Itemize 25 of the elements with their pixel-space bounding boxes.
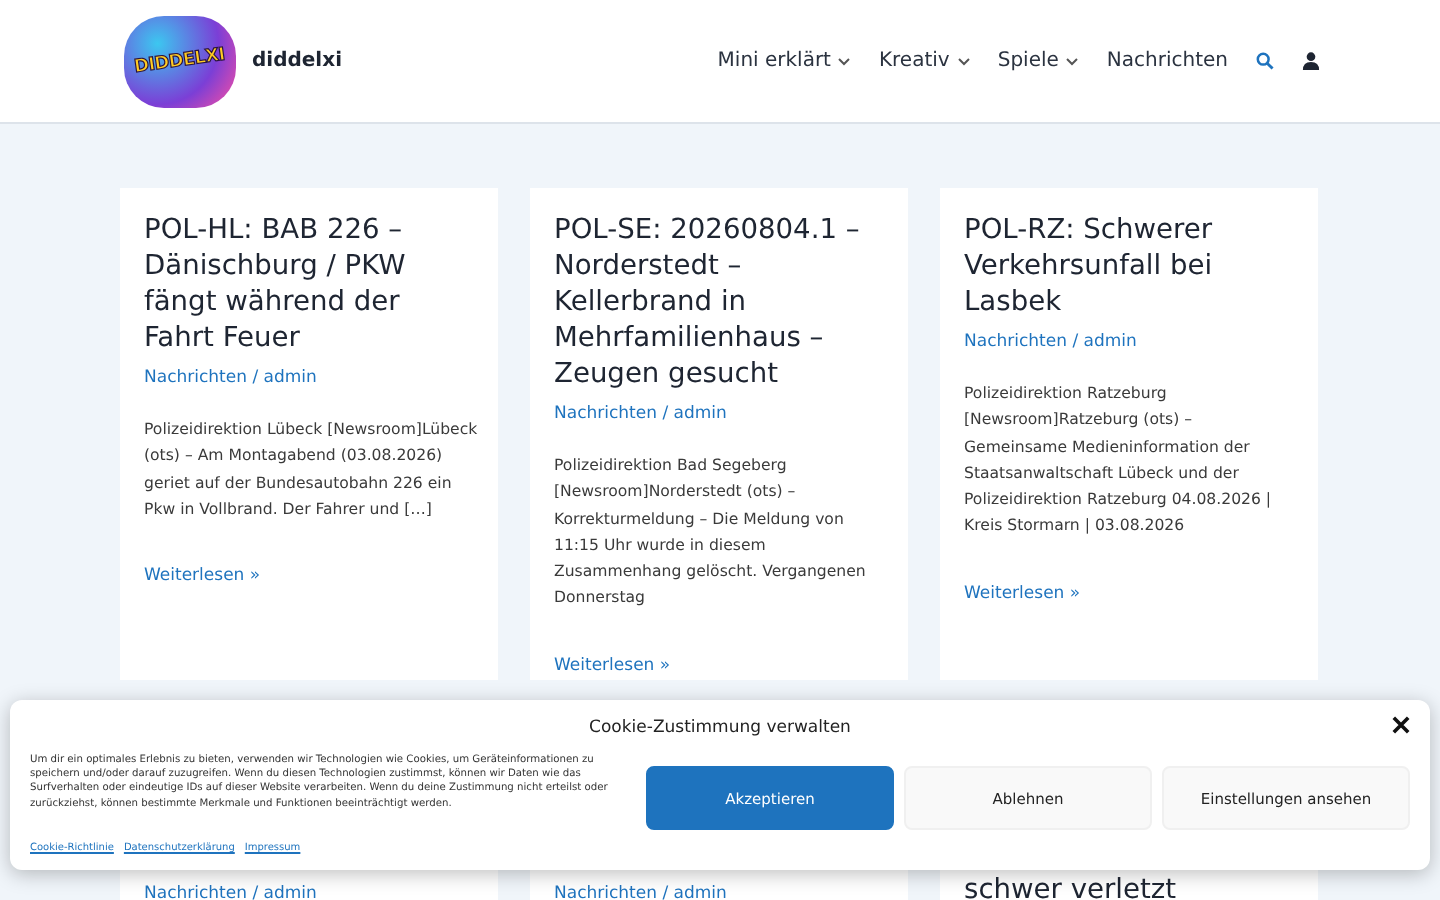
chevron-down-icon	[957, 57, 970, 65]
post-title[interactable]: POL-SE: 20260804.1 – Norderstedt – Kellerbrand in Mehrfamilienhaus – Zeugen gesucht	[554, 212, 888, 392]
post-meta[interactable]: Nachrichten / admin	[554, 404, 888, 424]
post-title[interactable]: POL-RZ: Schwerer Verkehrsunfall bei Lasbek	[964, 212, 1298, 320]
banner-title: Cookie-Zustimmung verwalten	[589, 718, 851, 738]
chevron-down-icon	[838, 57, 851, 65]
close-icon	[1392, 716, 1410, 734]
post-meta[interactable]: Nachrichten / admin	[964, 332, 1298, 352]
read-more-link[interactable]: Weiterlesen »	[964, 583, 1081, 604]
read-more-link[interactable]: Weiterlesen »	[554, 655, 671, 676]
nav-item[interactable]: Kreativ	[878, 50, 970, 72]
post-title[interactable]: schwer verletzt	[964, 876, 1177, 900]
post-title[interactable]: POL-HL: BAB 226 – Dänischburg / PKW fängt während der Fahrt Feuer	[144, 212, 478, 356]
nav-item[interactable]: Spiele	[997, 50, 1079, 72]
post-meta[interactable]: Nachrichten / admin	[144, 884, 317, 900]
post-meta[interactable]: Nachrichten / admin	[554, 884, 727, 900]
read-more-link[interactable]: Weiterlesen »	[144, 566, 261, 587]
chevron-down-icon	[1066, 57, 1079, 65]
nav-item[interactable]: Mini erklärt	[717, 50, 851, 72]
search-icon[interactable]	[1256, 52, 1274, 70]
user-icon[interactable]	[1302, 52, 1320, 70]
post-meta[interactable]: Nachrichten / admin	[144, 368, 478, 388]
nav-item[interactable]: Nachrichten	[1106, 50, 1228, 72]
site-name[interactable]: diddelxi	[252, 50, 342, 72]
close-button[interactable]	[1392, 716, 1410, 734]
